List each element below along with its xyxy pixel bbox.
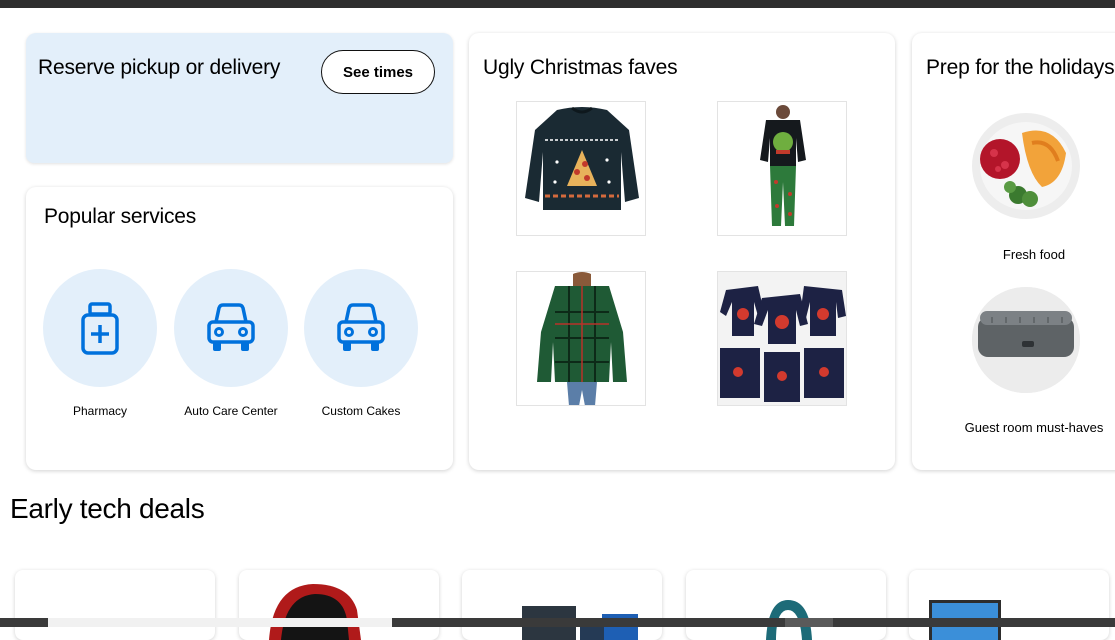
car-icon <box>207 303 255 351</box>
service-custom-cakes[interactable]: Custom Cakes <box>296 269 426 418</box>
tech-card[interactable] <box>909 570 1109 640</box>
tech-card[interactable] <box>462 570 662 640</box>
taskbar-item[interactable] <box>785 618 833 627</box>
tech-card[interactable] <box>15 570 215 640</box>
reserve-title: Reserve pickup or delivery <box>38 56 281 79</box>
taskbar-highlight <box>48 618 392 627</box>
services-title: Popular services <box>44 205 197 228</box>
product-santa-pajamas[interactable] <box>717 271 847 406</box>
fresh-food-illustration <box>980 122 1072 210</box>
air-mattress-illustration <box>972 287 1080 393</box>
tech-deals-title: Early tech deals <box>10 493 205 524</box>
service-label-auto-care: Auto Care Center <box>184 404 278 418</box>
product-plaid-sweater[interactable] <box>516 271 646 406</box>
prep-holidays-card: Prep for the holidays Fresh food Guest r… <box>912 33 1115 470</box>
santa-pajamas-image <box>718 272 846 405</box>
pharmacy-bottle-icon <box>81 302 119 355</box>
laptops-image <box>522 606 638 640</box>
guest-room-image[interactable] <box>972 287 1080 393</box>
service-pharmacy[interactable]: Pharmacy <box>35 269 165 418</box>
service-auto-care[interactable]: Auto Care Center <box>166 269 296 418</box>
prep-title: Prep for the holidays <box>926 56 1115 79</box>
top-bar <box>0 0 1115 8</box>
tech-card[interactable] <box>686 570 886 640</box>
product-pizza-sweater[interactable] <box>516 101 646 236</box>
service-auto-care-circle <box>174 269 288 387</box>
service-label-custom-cakes: Custom Cakes <box>321 404 401 418</box>
car-icon <box>337 303 385 351</box>
fresh-food-label[interactable]: Fresh food <box>924 247 1115 262</box>
ugly-christmas-title: Ugly Christmas faves <box>483 56 678 79</box>
service-custom-cakes-circle <box>304 269 418 387</box>
reserve-pickup-card: Reserve pickup or delivery See times <box>26 33 453 163</box>
tech-card[interactable] <box>239 570 439 640</box>
service-label-pharmacy: Pharmacy <box>72 404 128 418</box>
taskbar <box>0 618 1115 627</box>
service-pharmacy-circle <box>43 269 157 387</box>
earbuds-case-image <box>269 584 361 640</box>
kids-pajamas-image <box>760 105 806 226</box>
popular-services-card: Popular services Pharmacy Auto Care Cent… <box>26 187 453 470</box>
fresh-food-image[interactable] <box>972 113 1080 219</box>
laptop-windows-image <box>929 600 1001 640</box>
guest-room-label[interactable]: Guest room must-haves <box>924 420 1115 435</box>
ugly-christmas-card: Ugly Christmas faves <box>469 33 895 470</box>
plaid-sweater-image <box>537 272 627 405</box>
fitness-band-image <box>766 600 812 640</box>
pizza-sweater-image <box>525 106 639 210</box>
product-kids-pajamas[interactable] <box>717 101 847 236</box>
see-times-button[interactable]: See times <box>321 50 435 94</box>
